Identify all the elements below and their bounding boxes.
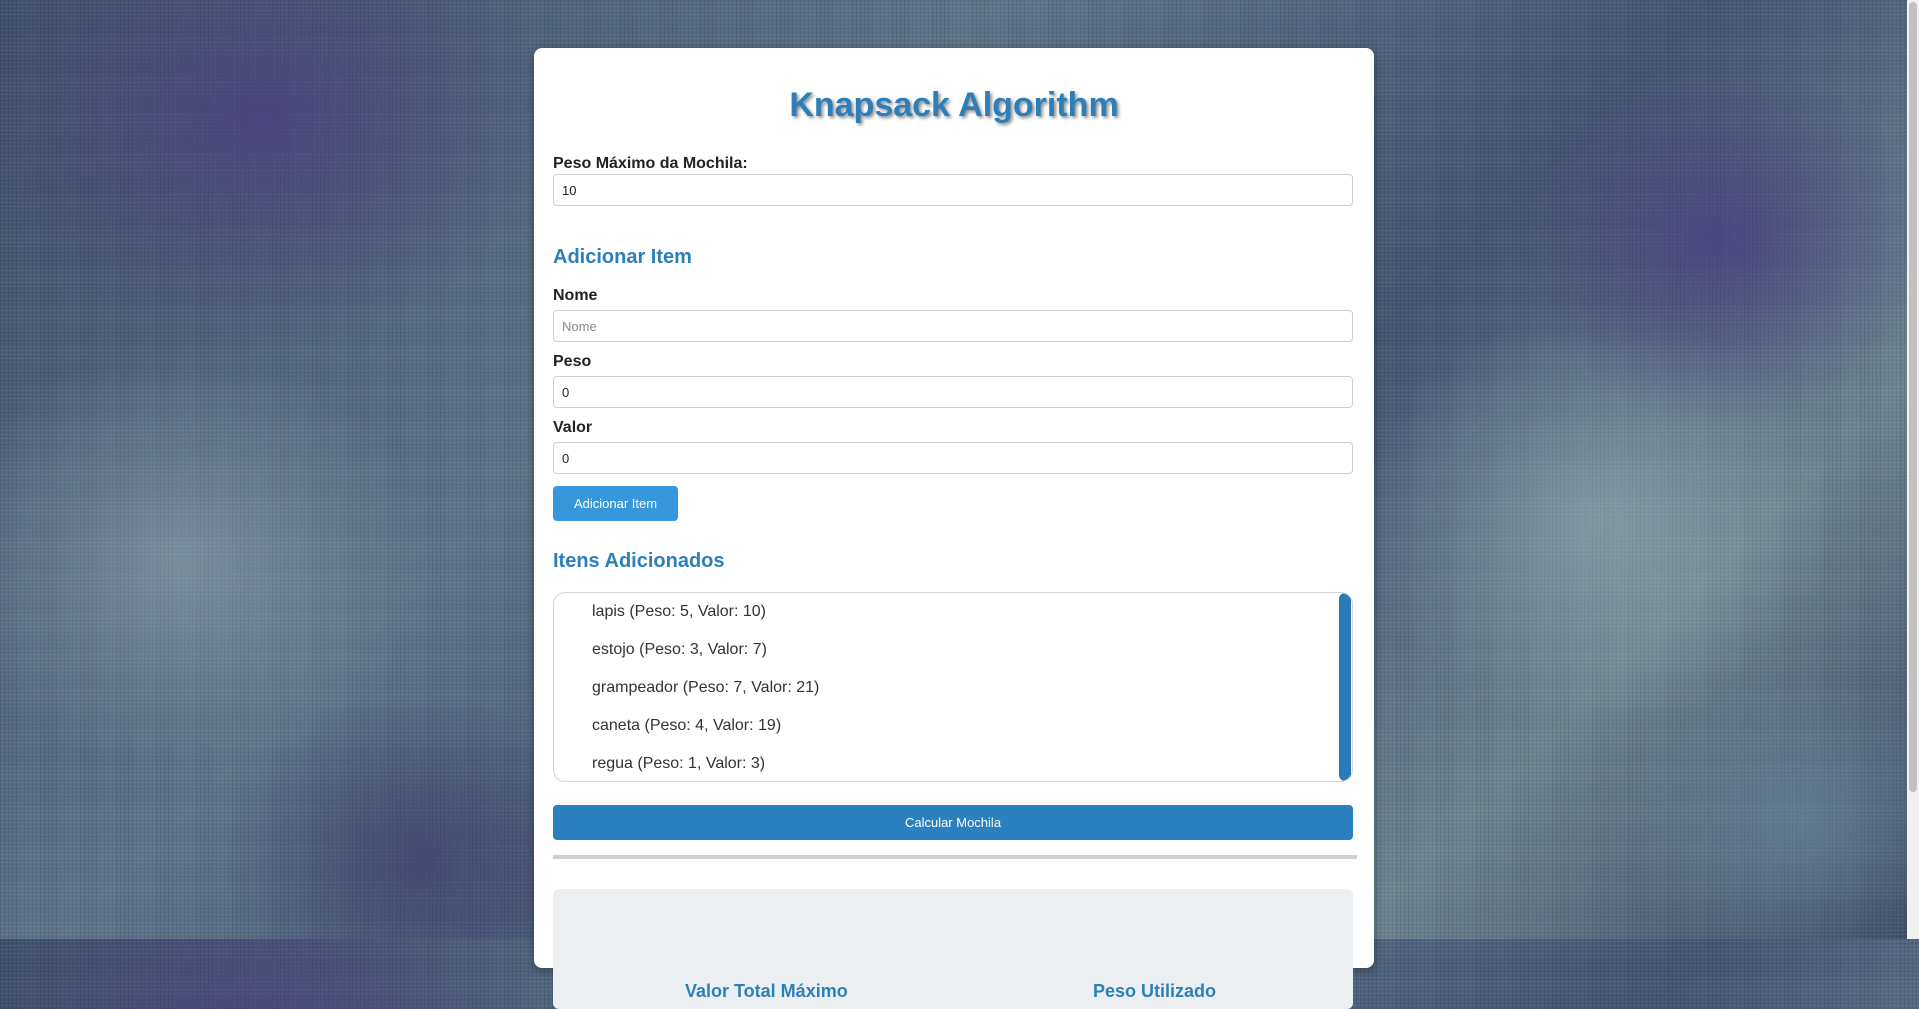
items-heading: Itens Adicionados	[553, 550, 725, 572]
max-weight-input[interactable]	[553, 174, 1353, 206]
list-item: regua (Peso: 1, Valor: 3)	[592, 755, 766, 772]
max-weight-label: Peso Máximo da Mochila:	[553, 155, 748, 172]
total-value-heading: Valor Total Máximo	[685, 981, 848, 1001]
value-input[interactable]	[553, 442, 1353, 474]
name-input[interactable]	[553, 310, 1353, 342]
weight-input[interactable]	[553, 376, 1353, 408]
page-scrollbar-thumb[interactable]	[1909, 2, 1917, 792]
knapsack-card: Knapsack Algorithm Peso Máximo da Mochil…	[534, 48, 1374, 1009]
name-label: Nome	[553, 287, 598, 304]
weight-label: Peso	[553, 353, 592, 370]
divider	[553, 855, 1357, 859]
list-item: caneta (Peso: 4, Valor: 19)	[592, 717, 782, 734]
add-item-heading: Adicionar Item	[553, 246, 692, 268]
add-item-button[interactable]: Adicionar Item	[553, 486, 678, 521]
items-list: lapis (Peso: 5, Valor: 10) estojo (Peso:…	[554, 593, 1352, 781]
capacity-heading: Peso Utilizado	[1093, 981, 1217, 1001]
items-list-box[interactable]: lapis (Peso: 5, Valor: 10) estojo (Peso:…	[553, 592, 1353, 782]
results-panel: Valor Total Máximo Peso Utilizado	[553, 889, 1353, 1009]
list-item: estojo (Peso: 3, Valor: 7)	[592, 641, 767, 658]
value-label: Valor	[553, 419, 593, 436]
list-item: lapis (Peso: 5, Valor: 10)	[592, 603, 767, 620]
list-item: grampeador (Peso: 7, Valor: 21)	[592, 679, 820, 696]
calculate-button[interactable]: Calcular Mochila	[553, 805, 1353, 840]
page-scrollbar[interactable]	[1907, 0, 1919, 939]
page-title: Knapsack Algorithm	[789, 86, 1119, 124]
items-list-scrollbar[interactable]	[1339, 593, 1351, 781]
